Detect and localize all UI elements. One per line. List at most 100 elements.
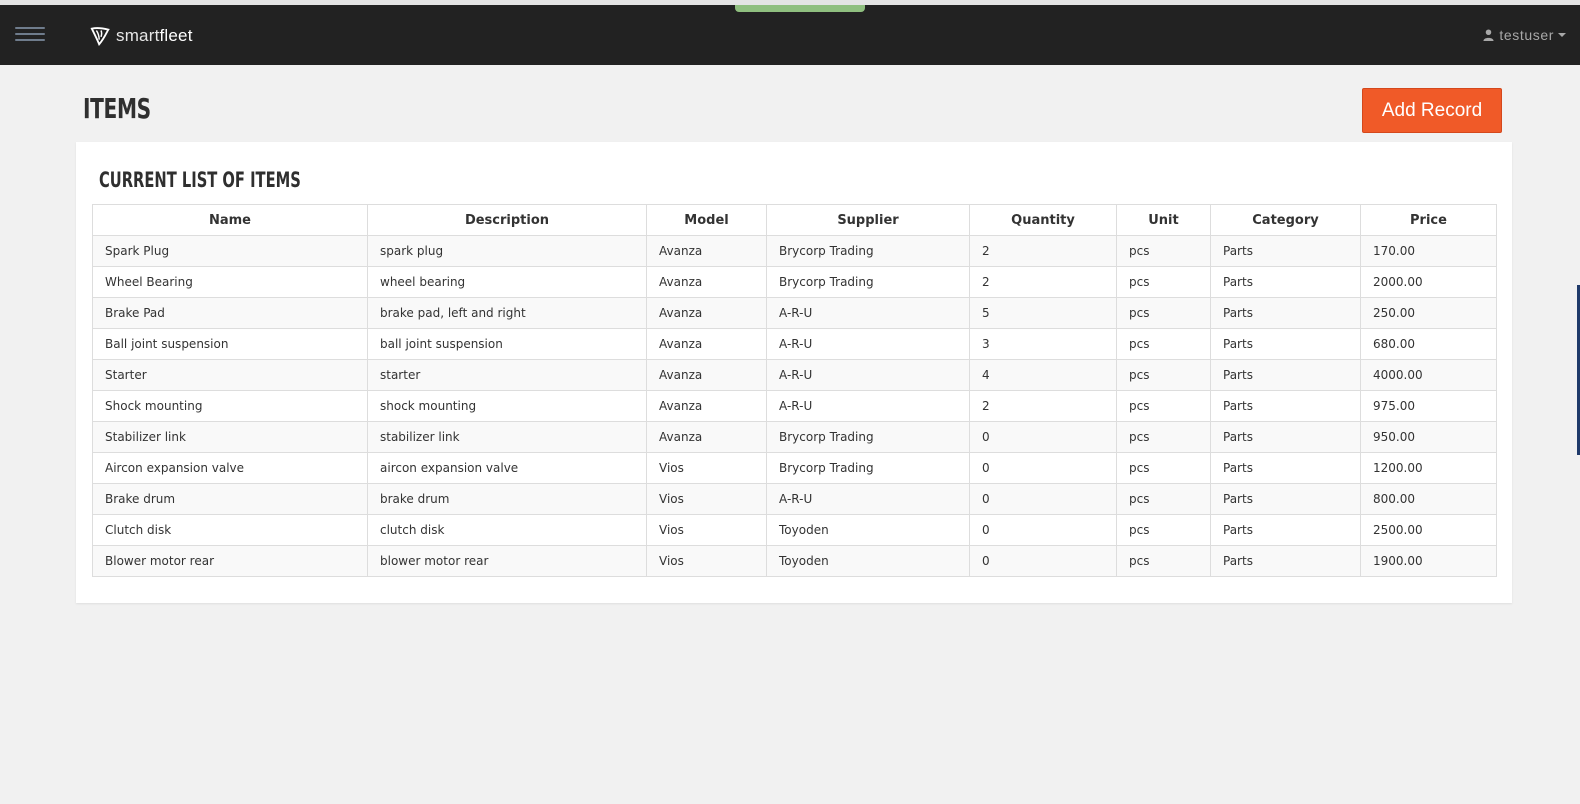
cell-category: Parts [1210, 359, 1361, 391]
cell-price: 4000.00 [1360, 359, 1497, 391]
cell-unit: pcs [1116, 328, 1211, 360]
cell-supplier: A-R-U [766, 328, 970, 360]
cell-supplier: A-R-U [766, 390, 970, 422]
cell-unit: pcs [1116, 359, 1211, 391]
cell-unit: pcs [1116, 266, 1211, 298]
table-row[interactable]: Blower motor rear blower motor rear Vios To… [92, 545, 1497, 577]
cell-model: Vios [646, 452, 767, 484]
nav-indicator-tab[interactable] [735, 5, 865, 12]
cell-price: 975.00 [1360, 390, 1497, 422]
column-header-supplier[interactable]: Supplier [766, 204, 970, 236]
column-header-name[interactable]: Name [92, 204, 368, 236]
cell-description: clutch disk [367, 514, 647, 546]
cell-supplier: Toyoden [766, 545, 970, 577]
table-row[interactable]: Brake Pad brake pad, left and right Avanza… [92, 297, 1497, 329]
cell-model: Vios [646, 483, 767, 515]
cell-unit: pcs [1116, 235, 1211, 267]
cell-price: 2000.00 [1360, 266, 1497, 298]
cell-quantity: 5 [969, 297, 1117, 329]
cell-category: Parts [1210, 235, 1361, 267]
cell-price: 1900.00 [1360, 545, 1497, 577]
brand-text-bold: fleet [159, 26, 193, 45]
cell-unit: pcs [1116, 421, 1211, 453]
cell-quantity: 0 [969, 452, 1117, 484]
cell-description: aircon expansion valve [367, 452, 647, 484]
column-header-quantity[interactable]: Quantity [969, 204, 1117, 236]
cell-category: Parts [1210, 545, 1361, 577]
cell-price: 800.00 [1360, 483, 1497, 515]
panel-title: CURRENT LIST OF ITEMS [99, 168, 301, 192]
cell-quantity: 0 [969, 483, 1117, 515]
cell-model: Vios [646, 514, 767, 546]
cell-model: Vios [646, 545, 767, 577]
cell-model: Avanza [646, 359, 767, 391]
cell-quantity: 2 [969, 390, 1117, 422]
cell-supplier: Brycorp Trading [766, 235, 970, 267]
cell-category: Parts [1210, 328, 1361, 360]
cell-description: blower motor rear [367, 545, 647, 577]
table-header-row: Name Description Model Supplier Quantity Unit… [92, 204, 1497, 236]
cell-price: 2500.00 [1360, 514, 1497, 546]
table-row[interactable]: Clutch disk clutch disk Vios Toyoden 0 pcs Par… [92, 514, 1497, 546]
cell-unit: pcs [1116, 452, 1211, 484]
items-panel: CURRENT LIST OF ITEMS Name Description Mod… [76, 142, 1512, 603]
column-header-model[interactable]: Model [646, 204, 767, 236]
top-navbar: smartfleet testuser [0, 5, 1580, 65]
cell-quantity: 2 [969, 235, 1117, 267]
cell-description: starter [367, 359, 647, 391]
cell-name: Aircon expansion valve [92, 452, 368, 484]
cell-description: stabilizer link [367, 421, 647, 453]
table-row[interactable]: Shock mounting shock mounting Avanza A-R-U 2… [92, 390, 1497, 422]
chevron-down-icon [1558, 33, 1566, 37]
cell-price: 1200.00 [1360, 452, 1497, 484]
brand-text-light: smart [116, 26, 160, 45]
table-row[interactable]: Wheel Bearing wheel bearing Avanza Brycorp … [92, 266, 1497, 298]
username-label: testuser [1499, 27, 1554, 43]
cell-quantity: 0 [969, 421, 1117, 453]
menu-toggle-icon[interactable] [15, 27, 45, 43]
column-header-price[interactable]: Price [1360, 204, 1497, 236]
cell-unit: pcs [1116, 545, 1211, 577]
column-header-category[interactable]: Category [1210, 204, 1361, 236]
cell-category: Parts [1210, 421, 1361, 453]
cell-unit: pcs [1116, 483, 1211, 515]
add-record-button[interactable]: Add Record [1362, 88, 1502, 133]
table-body: Spark Plug spark plug Avanza Brycorp Tradin… [92, 235, 1497, 577]
cell-model: Avanza [646, 266, 767, 298]
table-row[interactable]: Ball joint suspension ball joint suspensi… [92, 328, 1497, 360]
cell-name: Stabilizer link [92, 421, 368, 453]
cell-supplier: A-R-U [766, 297, 970, 329]
cell-description: wheel bearing [367, 266, 647, 298]
cell-name: Starter [92, 359, 368, 391]
cell-supplier: A-R-U [766, 483, 970, 515]
brand-logo[interactable]: smartfleet [90, 23, 193, 49]
cell-description: spark plug [367, 235, 647, 267]
table-row[interactable]: Aircon expansion valve aircon expansion v… [92, 452, 1497, 484]
cell-model: Avanza [646, 235, 767, 267]
table-row[interactable]: Stabilizer link stabilizer link Avanza Bryc… [92, 421, 1497, 453]
cell-category: Parts [1210, 297, 1361, 329]
table-row[interactable]: Starter starter Avanza A-R-U 4 pcs Parts 4000.0… [92, 359, 1497, 391]
cell-unit: pcs [1116, 297, 1211, 329]
cell-name: Blower motor rear [92, 545, 368, 577]
items-table: Name Description Model Supplier Quantity Unit… [92, 204, 1497, 577]
table-row[interactable]: Brake drum brake drum Vios A-R-U 0 pcs Parts 80… [92, 483, 1497, 515]
cell-name: Wheel Bearing [92, 266, 368, 298]
table-row[interactable]: Spark Plug spark plug Avanza Brycorp Tradin… [92, 235, 1497, 267]
column-header-unit[interactable]: Unit [1116, 204, 1211, 236]
cell-category: Parts [1210, 514, 1361, 546]
cell-supplier: Toyoden [766, 514, 970, 546]
column-header-description[interactable]: Description [367, 204, 647, 236]
cell-price: 680.00 [1360, 328, 1497, 360]
cell-description: shock mounting [367, 390, 647, 422]
cell-model: Avanza [646, 297, 767, 329]
cell-category: Parts [1210, 390, 1361, 422]
user-menu[interactable]: testuser [1483, 27, 1566, 43]
cell-name: Spark Plug [92, 235, 368, 267]
fleet-logo-icon [90, 27, 110, 46]
cell-category: Parts [1210, 452, 1361, 484]
cell-name: Clutch disk [92, 514, 368, 546]
cell-price: 170.00 [1360, 235, 1497, 267]
cell-name: Brake Pad [92, 297, 368, 329]
cell-name: Brake drum [92, 483, 368, 515]
